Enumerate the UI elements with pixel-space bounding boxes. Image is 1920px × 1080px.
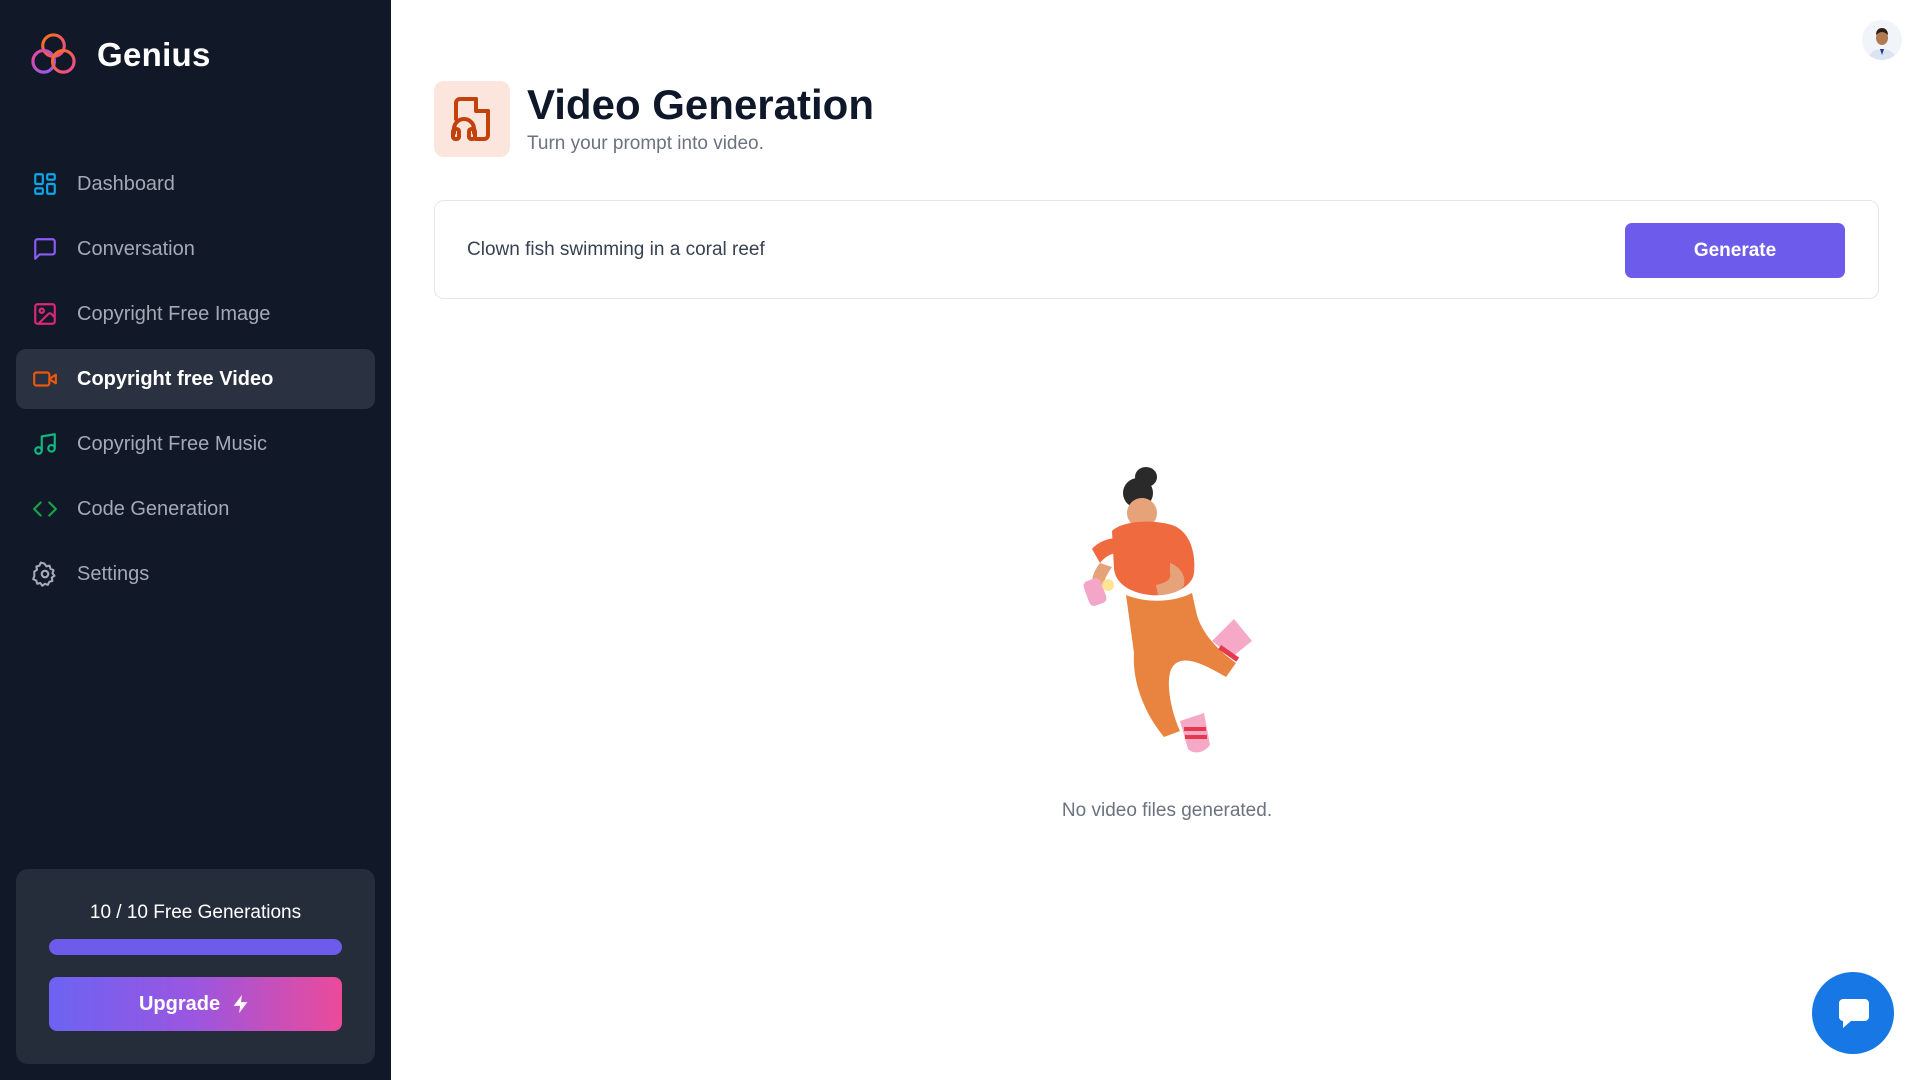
page-title: Video Generation: [527, 81, 874, 128]
image-icon: [32, 301, 58, 327]
generate-button[interactable]: Generate: [1625, 223, 1845, 278]
video-icon: [32, 366, 58, 392]
gear-icon: [32, 561, 58, 587]
genius-logo-icon: [31, 33, 76, 74]
free-generations-card: 10 / 10 Free Generations Upgrade: [16, 869, 375, 1064]
user-avatar[interactable]: [1862, 20, 1902, 60]
user-avatar-image: [1862, 20, 1902, 60]
page-heading: Video Generation Turn your prompt into v…: [434, 81, 874, 157]
empty-state: No video files generated.: [1034, 455, 1300, 822]
empty-state-message: No video files generated.: [1061, 800, 1273, 821]
sidebar-item-label: Copyright free Video: [77, 367, 274, 390]
sidebar: Genius Dashboard Conversation Copyright …: [0, 0, 391, 1080]
page-subtitle: Turn your prompt into video.: [527, 133, 764, 155]
app-root: Genius Dashboard Conversation Copyright …: [0, 0, 1920, 1080]
quota-progress-fill: [49, 939, 342, 955]
quota-text: 10 / 10 Free Generations: [89, 902, 302, 923]
sidebar-item-label: Copyright Free Music: [77, 432, 268, 455]
sidebar-item-label: Settings: [77, 562, 150, 585]
sidebar-item-image[interactable]: Copyright Free Image: [16, 284, 375, 344]
music-file-icon: [451, 97, 490, 141]
brand[interactable]: Genius: [30, 31, 211, 78]
sidebar-item-code[interactable]: Code Generation: [16, 479, 375, 539]
chat-bubble-icon: [1839, 999, 1869, 1028]
dashboard-icon: [32, 171, 58, 197]
sidebar-item-dashboard[interactable]: Dashboard: [16, 154, 375, 214]
prompt-input[interactable]: [467, 225, 1567, 275]
sidebar-item-music[interactable]: Copyright Free Music: [16, 414, 375, 474]
upgrade-button[interactable]: Upgrade: [49, 977, 342, 1031]
quota-progress-bar: [49, 939, 342, 955]
sidebar-item-video[interactable]: Copyright free Video: [16, 349, 375, 409]
chat-icon: [32, 236, 58, 262]
sidebar-nav: Dashboard Conversation Copyright Free Im…: [16, 154, 375, 609]
brand-name: Genius: [97, 35, 211, 73]
support-chat-button[interactable]: [1812, 972, 1894, 1054]
empty-state-illustration: [1083, 467, 1252, 753]
sidebar-item-label: Conversation: [77, 237, 195, 260]
sidebar-item-conversation[interactable]: Conversation: [16, 219, 375, 279]
sidebar-item-label: Dashboard: [77, 172, 175, 195]
upgrade-button-label: Upgrade: [138, 992, 221, 1015]
lightning-icon: [233, 994, 248, 1014]
music-icon: [32, 431, 58, 457]
main-content: Video Generation Turn your prompt into v…: [391, 0, 1920, 1080]
sidebar-item-settings[interactable]: Settings: [16, 544, 375, 604]
heading-icon-box: [434, 81, 510, 157]
code-icon: [32, 496, 58, 522]
prompt-form: Generate: [434, 200, 1879, 299]
sidebar-item-label: Code Generation: [77, 497, 230, 520]
sidebar-item-label: Copyright Free Image: [77, 302, 271, 325]
